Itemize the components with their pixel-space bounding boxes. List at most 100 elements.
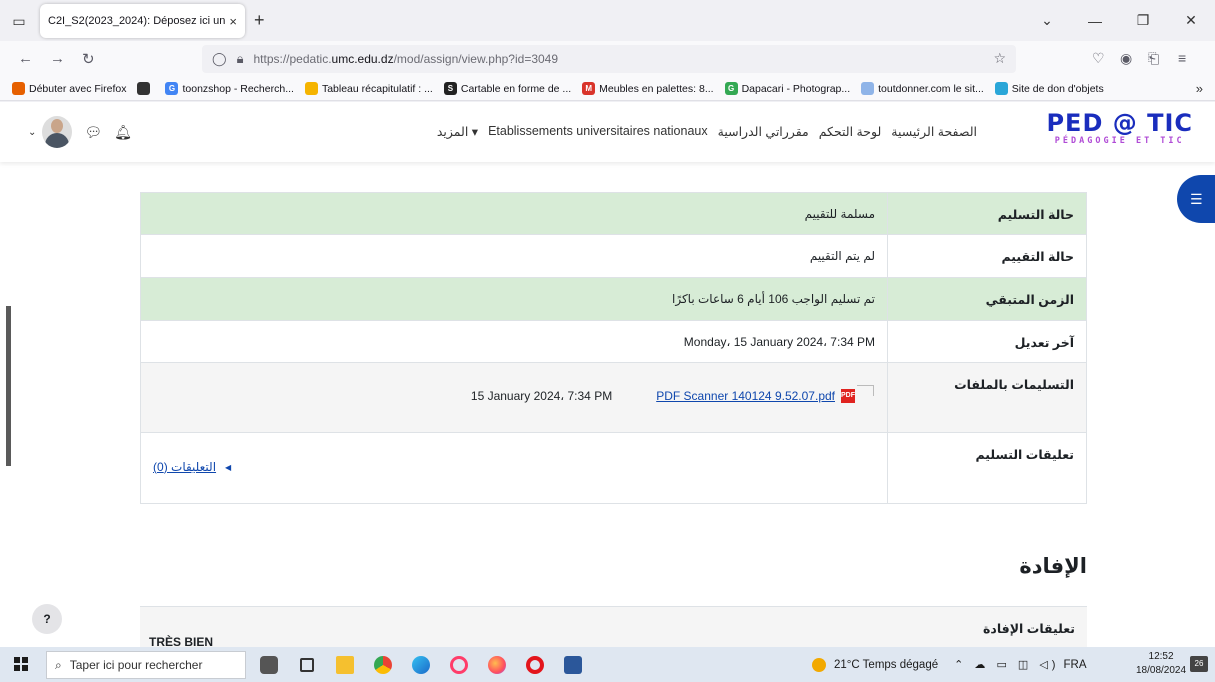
- minimize-icon[interactable]: —: [1071, 13, 1119, 29]
- bookmark-favicon-icon: S: [443, 82, 457, 95]
- restore-icon[interactable]: ❐: [1119, 12, 1167, 29]
- opera-gx-icon[interactable]: [440, 650, 478, 680]
- tab-title: C2I_S2(2023_2024): Déposez ici une: [48, 15, 226, 27]
- bookmark-item[interactable]: S Cartable en forme de ...: [443, 82, 571, 95]
- word-icon[interactable]: [554, 650, 592, 680]
- help-button[interactable]: ?: [32, 604, 62, 634]
- pocket-icon[interactable]: ♡: [1092, 50, 1105, 67]
- weather-moon-icon[interactable]: [812, 657, 826, 672]
- clock[interactable]: 12:52 18/08/2024: [1136, 650, 1186, 678]
- nav-more-dropdown[interactable]: المزيد ▾: [437, 124, 478, 139]
- browser-tab-active[interactable]: C2I_S2(2023_2024): Déposez ici une ×: [40, 4, 245, 38]
- tab-list-icon[interactable]: ▭: [10, 12, 28, 30]
- taskbar-search-input[interactable]: ⌕ Taper ici pour rechercher: [46, 651, 246, 679]
- submission-comments-label: تعليقات التسليم: [887, 432, 1087, 504]
- lock-icon[interactable]: 🔒︎: [237, 51, 244, 67]
- tray-icons[interactable]: ⌃ ☁ ▭ ◫ ◁): [954, 658, 1059, 671]
- bookmarks-overflow-icon[interactable]: »: [1196, 81, 1203, 96]
- table-row: حالة التسليم مسلمة للتقييم: [140, 192, 1087, 235]
- notification-center-icon[interactable]: 26: [1190, 656, 1208, 672]
- nav-home[interactable]: الصفحة الرئيسية: [891, 124, 977, 139]
- submission-status-table: حالة التسليم مسلمة للتقييم حالة التقييم …: [140, 192, 1087, 504]
- reload-icon[interactable]: ↻: [82, 50, 95, 68]
- bookmark-favicon-icon: G: [165, 82, 179, 95]
- clock-date: 18/08/2024: [1136, 665, 1187, 676]
- file-explorer-icon[interactable]: [326, 650, 364, 680]
- back-arrow-icon[interactable]: ←: [18, 50, 33, 67]
- weather-text[interactable]: 21°C Temps dégagé: [834, 659, 938, 671]
- page-scrollbar[interactable]: [6, 306, 11, 466]
- time-remaining-value: تم تسليم الواجب 106 أيام 6 ساعات باكرًا: [140, 277, 888, 321]
- feedback-heading: الإفادة: [1019, 555, 1087, 578]
- table-row: تعليقات التسليم ◀ التعليقات (0): [140, 432, 1087, 504]
- file-entry: 15 January 2024، 7:34 PM PDF Scanner 140…: [153, 377, 875, 403]
- web-page: ⌄ 💬︎ 🔔︎ الصفحة الرئيسية لوحة التحكم مقرر…: [0, 102, 1215, 647]
- taskbar-apps: [250, 650, 592, 680]
- new-tab-button[interactable]: +: [254, 10, 265, 31]
- extensions-icon[interactable]: ⎗: [1148, 50, 1159, 67]
- camera-app-icon[interactable]: [250, 650, 288, 680]
- account-icon[interactable]: ◉: [1120, 50, 1132, 67]
- tab-list-dropdown-icon[interactable]: ⌄: [1023, 12, 1071, 29]
- comments-toggle[interactable]: ◀ التعليقات (0): [153, 447, 875, 474]
- bookmark-item[interactable]: G Dapacari - Photograp...: [724, 82, 851, 95]
- menu-icon[interactable]: ≡: [1178, 50, 1186, 66]
- language-indicator[interactable]: FRA: [1063, 659, 1086, 671]
- main-navigation: الصفحة الرئيسية لوحة التحكم مقرراتي الدر…: [427, 124, 977, 139]
- browser-tab-bar: ▭ C2I_S2(2023_2024): Déposez ici une × +…: [0, 0, 1215, 41]
- bookmark-item[interactable]: Tableau récapitulatif : ...: [304, 82, 433, 95]
- taskbar-search-placeholder: Taper ici pour rechercher: [69, 658, 203, 672]
- url-text[interactable]: https://pedatic.umc.edu.dz/mod/assign/vi…: [253, 52, 558, 66]
- windows-start-icon[interactable]: [14, 657, 28, 671]
- task-view-icon[interactable]: [288, 650, 326, 680]
- bookmark-item[interactable]: toutdonner.com le sit...: [861, 82, 984, 95]
- chrome-icon[interactable]: [364, 650, 402, 680]
- user-area: ⌄ 💬︎ 🔔︎: [28, 116, 132, 148]
- comments-link[interactable]: التعليقات (0): [153, 460, 216, 474]
- url-bar[interactable]: ◯ 🔒︎ https://pedatic.umc.edu.dz/mod/assi…: [202, 45, 1016, 73]
- bookmarks-toolbar: Débuter avec Firefox Gtoonzshop - Recherc…: [0, 77, 1215, 101]
- file-submissions-label: التسليمات بالملفات: [887, 362, 1087, 433]
- window-controls: ⌄ — ❐ ✕: [1023, 0, 1215, 41]
- last-modified-label: آخر تعديل: [887, 320, 1087, 363]
- search-icon: ⌕: [55, 657, 62, 672]
- messages-icon[interactable]: 💬︎: [84, 124, 102, 141]
- firefox-icon[interactable]: [478, 650, 516, 680]
- nav-my-courses[interactable]: مقرراتي الدراسية: [718, 124, 809, 139]
- file-link[interactable]: PDF Scanner 140124 9.52.07.pdf: [656, 389, 835, 403]
- bookmark-favicon-icon: [994, 82, 1008, 95]
- forward-arrow-icon[interactable]: →: [50, 50, 65, 67]
- bookmark-item[interactable]: Site de don d'objets: [994, 82, 1104, 95]
- bookmark-favicon-icon: [12, 82, 25, 95]
- logo-main-text: PED @ TIC: [1046, 109, 1193, 137]
- bookmark-favicon-icon: G: [724, 82, 738, 95]
- logo-sub-text: PÉDAGOGIE ET TIC: [1054, 136, 1185, 146]
- bookmark-label: toonzshop - Recherch...: [182, 82, 294, 95]
- bookmark-item[interactable]: Débuter avec Firefox: [12, 82, 126, 95]
- bookmark-item[interactable]: Gtoonzshop - Recherch...: [165, 82, 294, 95]
- notifications-bell-icon[interactable]: 🔔︎: [114, 124, 132, 141]
- site-logo[interactable]: PED @ TIC PÉDAGOGIE ET TIC: [1046, 110, 1193, 146]
- course-index-drawer-button[interactable]: ☰: [1177, 175, 1215, 223]
- feedback-box: تعليقات الإفادة TRÈS BIEN: [140, 606, 1087, 647]
- bookmark-item[interactable]: [137, 82, 154, 95]
- avatar[interactable]: [42, 116, 73, 148]
- browser-nav-bar: ← → ↻ ◯ 🔒︎ https://pedatic.umc.edu.dz/mo…: [0, 41, 1215, 77]
- nav-etablissements[interactable]: Etablissements universitaires nationaux: [488, 124, 708, 139]
- submission-status-value: مسلمة للتقييم: [140, 192, 888, 235]
- table-row: حالة التقييم لم يتم التقييم: [140, 234, 1087, 278]
- file-date: 15 January 2024، 7:34 PM: [470, 389, 613, 403]
- table-row: التسليمات بالملفات 15 January 2024، 7:34…: [140, 362, 1087, 433]
- chevron-down-icon[interactable]: ⌄: [28, 127, 36, 138]
- nav-dashboard[interactable]: لوحة التحكم: [819, 124, 882, 139]
- opera-icon[interactable]: [516, 650, 554, 680]
- bookmark-label: Dapacari - Photograp...: [741, 82, 851, 95]
- shield-icon[interactable]: ◯: [212, 51, 227, 67]
- edge-icon[interactable]: [402, 650, 440, 680]
- tab-close-icon[interactable]: ×: [229, 14, 237, 29]
- question-icon: ?: [43, 612, 51, 626]
- bookmark-label: toutdonner.com le sit...: [878, 82, 984, 95]
- bookmark-item[interactable]: M Meubles en palettes: 8...: [582, 82, 714, 95]
- bookmark-star-icon[interactable]: ☆: [993, 50, 1006, 67]
- close-window-icon[interactable]: ✕: [1167, 12, 1215, 29]
